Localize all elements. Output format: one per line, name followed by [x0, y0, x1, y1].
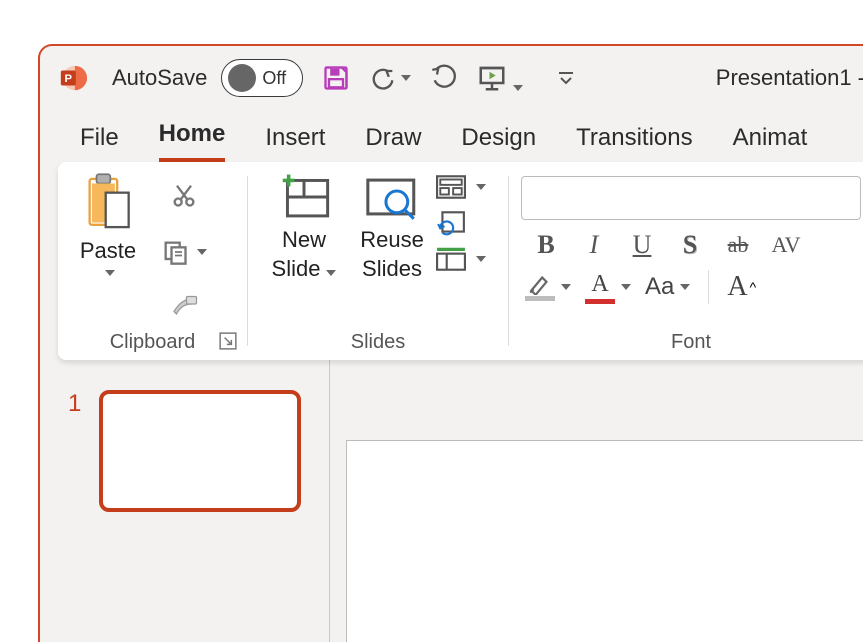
- copy-button[interactable]: [154, 232, 214, 272]
- clipboard-dialog-launcher[interactable]: [219, 332, 239, 352]
- font-color-button[interactable]: A: [585, 271, 631, 304]
- reset-slide-button[interactable]: [436, 210, 486, 236]
- paste-button[interactable]: Paste: [70, 172, 146, 332]
- increase-font-button[interactable]: A^: [727, 271, 756, 303]
- document-title: Presentation1 -: [716, 65, 863, 91]
- character-spacing-button[interactable]: AV: [771, 232, 801, 258]
- autosave-label: AutoSave: [112, 65, 207, 91]
- content-area: 1: [40, 360, 863, 642]
- redo-button[interactable]: [425, 59, 463, 97]
- strikethrough-button[interactable]: ab: [723, 232, 753, 258]
- chevron-down-icon: [561, 284, 571, 290]
- app-window: P AutoSave Off: [38, 44, 863, 642]
- tab-file[interactable]: File: [80, 116, 119, 162]
- slide-number: 1: [68, 390, 81, 418]
- autosave-state: Off: [262, 68, 286, 89]
- reuse-slides-button[interactable]: Reuse Slides: [348, 172, 436, 332]
- powerpoint-icon: P: [58, 63, 88, 93]
- cut-button[interactable]: [154, 175, 214, 215]
- group-label-slides: Slides: [248, 331, 508, 354]
- font-name-input[interactable]: [521, 176, 861, 220]
- title-bar: P AutoSave Off: [40, 46, 863, 110]
- chevron-down-icon: [326, 270, 336, 276]
- thumbnail-panel: 1: [40, 360, 330, 642]
- customize-qat-button[interactable]: [547, 59, 585, 97]
- save-button[interactable]: [317, 59, 355, 97]
- bold-button[interactable]: B: [531, 230, 561, 260]
- tab-design[interactable]: Design: [461, 116, 536, 162]
- group-slides: New Slide Reuse Slides: [248, 162, 508, 360]
- tab-transitions[interactable]: Transitions: [576, 116, 692, 162]
- group-font: B I U S ab AV: [509, 162, 863, 360]
- highlight-color-button[interactable]: [525, 273, 571, 301]
- reuse-slides-label: Reuse Slides: [348, 226, 436, 283]
- tab-insert[interactable]: Insert: [265, 116, 325, 162]
- toggle-knob: [228, 64, 256, 92]
- undo-button[interactable]: [369, 59, 411, 97]
- format-painter-button[interactable]: [154, 289, 214, 329]
- tab-animations[interactable]: Animat: [733, 116, 808, 162]
- tab-home[interactable]: Home: [159, 112, 226, 162]
- new-slide-button[interactable]: New Slide: [260, 172, 348, 332]
- paste-label: Paste: [80, 238, 136, 264]
- chevron-down-icon: [621, 284, 631, 290]
- group-label-font: Font: [509, 331, 863, 354]
- tab-draw[interactable]: Draw: [365, 116, 421, 162]
- svg-text:P: P: [65, 73, 73, 85]
- autosave-toggle[interactable]: Off: [221, 59, 303, 97]
- chevron-down-icon: [476, 256, 486, 262]
- chevron-down-icon: [680, 284, 690, 290]
- text-shadow-button[interactable]: S: [675, 230, 705, 260]
- slide-layout-button[interactable]: [436, 174, 486, 200]
- chevron-down-icon: [513, 85, 523, 91]
- chevron-down-icon: [401, 75, 411, 81]
- chevron-down-icon: [197, 249, 207, 255]
- group-clipboard: Paste: [58, 162, 247, 360]
- underline-button[interactable]: U: [627, 230, 657, 260]
- ribbon: Paste: [58, 162, 863, 360]
- new-slide-label: New Slide: [260, 226, 348, 283]
- slideshow-from-start-button[interactable]: [477, 59, 507, 97]
- slide-canvas[interactable]: [346, 440, 863, 642]
- chevron-down-icon: [105, 270, 115, 276]
- change-case-button[interactable]: Aa: [645, 273, 690, 301]
- chevron-down-icon: [476, 184, 486, 190]
- italic-button[interactable]: I: [579, 230, 609, 260]
- slide-thumbnail-1[interactable]: [99, 390, 301, 512]
- section-button[interactable]: [436, 246, 486, 272]
- ribbon-tabs: File Home Insert Draw Design Transitions…: [40, 110, 863, 162]
- slide-editor: [330, 360, 863, 642]
